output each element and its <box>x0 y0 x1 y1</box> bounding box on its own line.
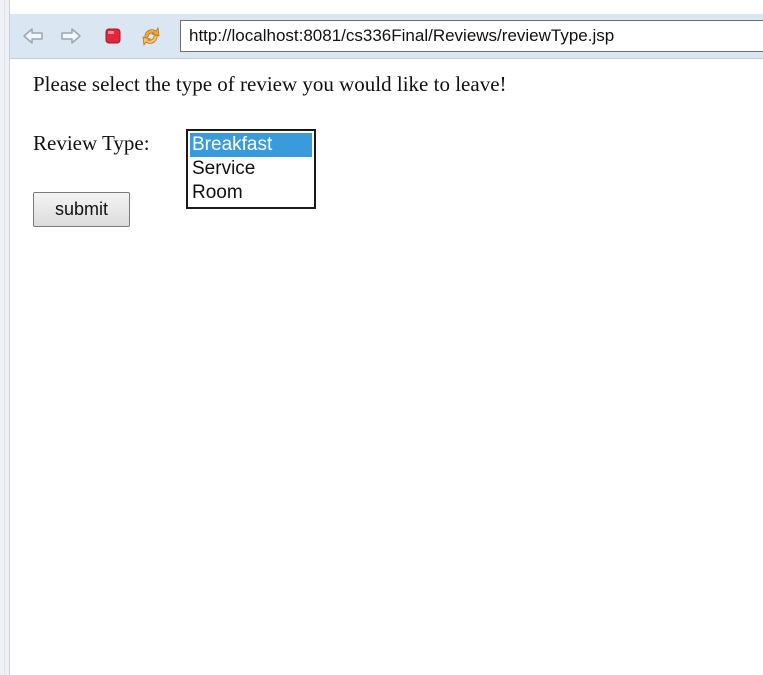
address-bar-url: http://localhost:8081/cs336Final/Reviews… <box>189 26 615 45</box>
window-left-border <box>0 0 10 675</box>
stop-icon[interactable] <box>102 25 124 47</box>
review-type-listbox[interactable]: Breakfast Service Room <box>186 129 316 209</box>
review-type-label: Review Type: <box>33 131 150 155</box>
border-line <box>4 0 5 675</box>
page-prompt: Please select the type of review you wou… <box>33 72 507 96</box>
refresh-icon[interactable] <box>140 25 162 47</box>
review-type-option-room[interactable]: Room <box>190 181 312 205</box>
forward-arrow-icon[interactable] <box>60 25 82 47</box>
browser-window: http://localhost:8081/cs336Final/Reviews… <box>0 0 763 675</box>
review-type-option-breakfast[interactable]: Breakfast <box>190 133 312 157</box>
review-type-option-service[interactable]: Service <box>190 157 312 181</box>
submit-button[interactable]: submit <box>33 192 130 227</box>
back-arrow-icon[interactable] <box>22 25 44 47</box>
address-bar[interactable]: http://localhost:8081/cs336Final/Reviews… <box>180 20 763 52</box>
